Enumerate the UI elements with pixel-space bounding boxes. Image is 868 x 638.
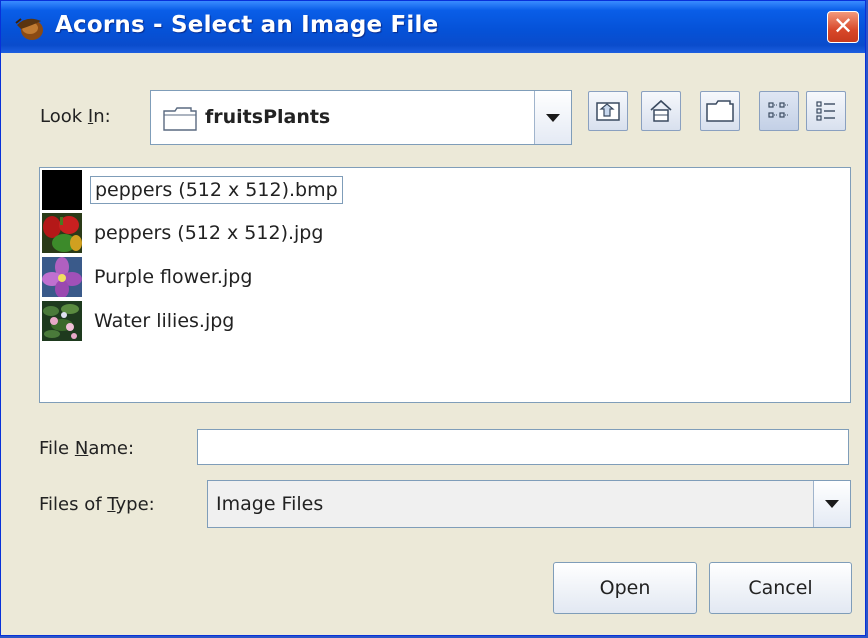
file-type-combobox[interactable]: Image Files bbox=[207, 480, 851, 528]
list-view-button[interactable] bbox=[759, 91, 799, 131]
file-dialog-window: Acorns - Select an Image File ✕ Look In:… bbox=[0, 0, 866, 636]
details-view-icon bbox=[816, 101, 835, 121]
file-list-item[interactable]: peppers (512 x 512).jpg bbox=[42, 213, 327, 253]
file-name-field[interactable] bbox=[197, 429, 849, 465]
new-folder-button[interactable] bbox=[700, 91, 740, 131]
water-lilies-thumbnail bbox=[42, 301, 82, 341]
chevron-down-icon[interactable] bbox=[813, 481, 850, 527]
file-list-item[interactable]: Purple flower.jpg bbox=[42, 257, 256, 297]
black-thumbnail bbox=[42, 170, 82, 210]
list-view-icon bbox=[768, 102, 789, 118]
file-name-label: File Name: bbox=[39, 438, 135, 459]
peppers-thumbnail bbox=[42, 213, 82, 253]
file-type-value: Image Files bbox=[216, 493, 324, 515]
window-title: Acorns - Select an Image File bbox=[55, 12, 439, 38]
purple-flower-thumbnail bbox=[42, 257, 82, 297]
close-button[interactable]: ✕ bbox=[827, 11, 859, 43]
look-in-combobox[interactable]: fruitsPlants bbox=[150, 90, 572, 145]
details-view-button[interactable] bbox=[806, 91, 846, 131]
up-folder-icon bbox=[596, 102, 620, 121]
home-icon bbox=[650, 99, 672, 122]
acorn-icon bbox=[15, 18, 43, 40]
cancel-button[interactable]: Cancel bbox=[709, 562, 852, 614]
look-in-label: Look In: bbox=[40, 106, 111, 127]
file-name-text: Purple flower.jpg bbox=[94, 266, 253, 288]
file-name-text: peppers (512 x 512).bmp bbox=[90, 176, 343, 204]
file-list-item[interactable]: peppers (512 x 512).bmp bbox=[42, 170, 343, 210]
open-button[interactable]: Open bbox=[553, 562, 697, 614]
up-folder-button[interactable] bbox=[588, 91, 628, 131]
close-icon: ✕ bbox=[832, 12, 854, 40]
file-type-label: Files of Type: bbox=[39, 494, 155, 515]
folder-icon bbox=[163, 107, 197, 131]
look-in-value: fruitsPlants bbox=[205, 106, 331, 128]
file-list[interactable]: peppers (512 x 512).bmp peppers (512 x 5… bbox=[39, 167, 851, 403]
home-button[interactable] bbox=[641, 91, 681, 131]
new-folder-icon bbox=[706, 100, 734, 122]
file-list-item[interactable]: Water lilies.jpg bbox=[42, 301, 238, 341]
chevron-down-icon[interactable] bbox=[534, 91, 571, 144]
file-name-text: peppers (512 x 512).jpg bbox=[94, 222, 324, 244]
file-name-text: Water lilies.jpg bbox=[94, 310, 235, 332]
title-bar[interactable]: Acorns - Select an Image File ✕ bbox=[1, 1, 865, 53]
